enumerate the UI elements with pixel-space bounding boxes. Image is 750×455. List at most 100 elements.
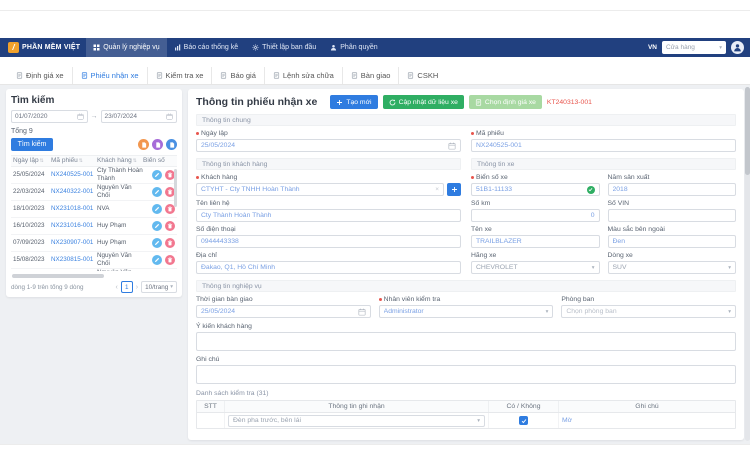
mau-sac-input[interactable]: Đen (608, 235, 737, 248)
table-row[interactable]: 24/07/2023 NX230724-001 Nguyễn Văn Chối (11, 269, 177, 272)
ngay-lap-datepicker[interactable]: 25/05/2024 (196, 139, 461, 152)
nhan-vien-kiem-tra-select[interactable]: Administrator ▾ (379, 305, 554, 318)
inspection-ref-link[interactable]: KT240313-001 (547, 99, 592, 106)
tab-lenh-sua-chua[interactable]: Lệnh sửa chữa (265, 67, 343, 84)
required-dot (196, 176, 199, 179)
nav-item-permissions[interactable]: Phân quyền (323, 38, 384, 57)
table-row[interactable]: 22/03/2024 NX240322-001 Nguyễn Văn Chối (11, 184, 177, 201)
list-scrollbar[interactable] (174, 169, 177, 207)
row-code-link[interactable]: NX230815-001 (51, 256, 97, 263)
edit-button[interactable] (152, 170, 162, 180)
checklist-row: Đèn pha trước, bên lái ▾ Mờ (197, 413, 735, 428)
doc-icon (273, 72, 280, 79)
pagination-summary: dòng 1-9 trên tổng 9 dòng (11, 284, 112, 291)
sort-ma-phieu[interactable]: Mã phiếu⇅ (51, 157, 97, 164)
table-row[interactable]: 16/10/2023 NX231016-001 Huy Phạm (11, 218, 177, 235)
chevron-down-icon: ▾ (546, 309, 549, 315)
choose-valuation-button[interactable]: Chọn định giá xe (469, 95, 542, 109)
export-button-3[interactable] (166, 139, 177, 150)
clear-icon[interactable]: × (435, 186, 439, 193)
horizontal-scrollbar[interactable] (12, 274, 104, 278)
pencil-icon (154, 189, 160, 195)
note-cell[interactable]: Mờ (562, 417, 572, 424)
page-size-select[interactable]: 10/trang ▾ (141, 281, 177, 293)
grid-icon (93, 44, 100, 51)
add-customer-button[interactable] (447, 183, 461, 196)
doc-icon (407, 72, 414, 79)
search-button[interactable]: Tìm kiếm (11, 138, 53, 151)
delete-button[interactable] (165, 255, 175, 265)
prev-page-icon[interactable]: ‹ (115, 284, 117, 291)
table-row[interactable]: 07/09/2023 NX230907-001 Huy Phạm (11, 235, 177, 252)
row-code-link[interactable]: NX231016-001 (51, 222, 97, 229)
delete-button[interactable] (165, 238, 175, 248)
row-code-link[interactable]: NX231018-001 (51, 205, 97, 212)
tab-cskh[interactable]: CSKH (399, 67, 446, 84)
edit-button[interactable] (152, 187, 162, 197)
delete-button[interactable] (165, 221, 175, 231)
edit-button[interactable] (152, 255, 162, 265)
sort-ngay-lap[interactable]: Ngày lập⇅ (11, 157, 51, 164)
arrow-right-icon: → (91, 113, 98, 120)
y-kien-textarea[interactable] (196, 332, 736, 351)
ten-lien-he-input[interactable]: Cty Thành Hoàn Thành (196, 209, 461, 222)
update-car-data-button[interactable]: Cập nhật dữ liệu xe (383, 95, 464, 109)
bien-so-input[interactable]: 51B1-11133 (471, 183, 600, 196)
store-select[interactable]: Cửa hàng ▾ (662, 41, 726, 54)
edit-button[interactable] (152, 221, 162, 231)
row-customer: Nguyễn Văn Chối (97, 252, 143, 266)
nav-item-setup[interactable]: Thiết lập ban đầu (245, 38, 323, 57)
export-button-1[interactable] (138, 139, 149, 150)
so-km-input[interactable]: 0 (471, 209, 600, 222)
sort-icon: ⇅ (133, 158, 137, 164)
phong-ban-select[interactable]: Chọn phòng ban ▾ (561, 305, 736, 318)
pencil-icon (154, 223, 160, 229)
row-customer: NVA (97, 205, 143, 212)
tab-ban-giao[interactable]: Bàn giao (343, 67, 400, 84)
sort-khach-hang[interactable]: Khách hàng⇅ (97, 157, 143, 164)
app-window: / PHẦN MỀM VIỆT Quản lý nghiệp vụ Báo cá… (0, 10, 750, 445)
export-button-2[interactable] (152, 139, 163, 150)
tab-bao-gia[interactable]: Báo giá (212, 67, 264, 84)
nav-item-reports[interactable]: Báo cáo thống kê (167, 38, 246, 57)
table-row[interactable]: 18/10/2023 NX231018-001 NVA (11, 201, 177, 218)
date-from-input[interactable]: 01/07/2020 (11, 110, 88, 123)
table-row[interactable]: 25/05/2024 NX240525-001 Cty Thành Hoàn T… (11, 167, 177, 184)
tab-dinh-gia-xe[interactable]: Định giá xe (8, 67, 73, 84)
table-row[interactable]: 15/08/2023 NX230815-001 Nguyễn Văn Chối (11, 252, 177, 269)
nav-item-business[interactable]: Quản lý nghiệp vụ (86, 38, 166, 57)
row-code-link[interactable]: NX240525-001 (51, 171, 97, 178)
top-navbar: / PHẦN MỀM VIỆT Quản lý nghiệp vụ Báo cá… (0, 38, 750, 57)
ten-xe-input[interactable]: TRAILBLAZER (471, 235, 600, 248)
checklist-item-select[interactable]: Đèn pha trước, bên lái ▾ (228, 415, 485, 427)
dong-xe-select[interactable]: SUV ▾ (608, 261, 737, 274)
ghi-chu-textarea[interactable] (196, 365, 736, 384)
date-to-input[interactable]: 23/07/2024 (101, 110, 178, 123)
khach-hang-select[interactable]: CTYHT - Cty TNHH Hoàn Thành × (196, 183, 444, 196)
tab-phieu-nhan-xe[interactable]: Phiếu nhận xe (73, 67, 148, 84)
nam-san-xuat-input[interactable]: 2018 (608, 183, 737, 196)
language-label[interactable]: VN (648, 44, 657, 51)
row-code-link[interactable]: NX230907-001 (51, 239, 97, 246)
required-dot (379, 298, 382, 301)
edit-button[interactable] (152, 238, 162, 248)
hang-xe-select[interactable]: CHEVROLET ▾ (471, 261, 600, 274)
row-code-link[interactable]: NX240322-001 (51, 188, 97, 195)
ghi-chu-label: Ghi chú (196, 356, 736, 363)
so-vin-input[interactable] (608, 209, 737, 222)
edit-button[interactable] (152, 204, 162, 214)
section-customer: Thông tin khách hàng (196, 158, 461, 170)
page-scrollbar[interactable] (745, 87, 750, 441)
next-page-icon[interactable]: › (136, 284, 138, 291)
so-dien-thoai-input[interactable]: 0944443338 (196, 235, 461, 248)
brand[interactable]: / PHẦN MỀM VIỆT (6, 38, 86, 57)
tab-kiem-tra-xe[interactable]: Kiểm tra xe (148, 67, 213, 84)
page-number[interactable]: 1 (121, 281, 133, 293)
thoi-gian-ban-giao-datepicker[interactable]: 25/05/2024 (196, 305, 371, 318)
total-count-label: Tổng 9 (11, 128, 177, 135)
yes-no-checkbox[interactable] (519, 416, 528, 425)
dia-chi-input[interactable]: Đakao, Q1, Hồ Chí Minh (196, 261, 461, 274)
user-avatar[interactable] (731, 41, 744, 54)
file-icon (169, 142, 175, 148)
create-new-button[interactable]: Tạo mới (330, 95, 377, 109)
